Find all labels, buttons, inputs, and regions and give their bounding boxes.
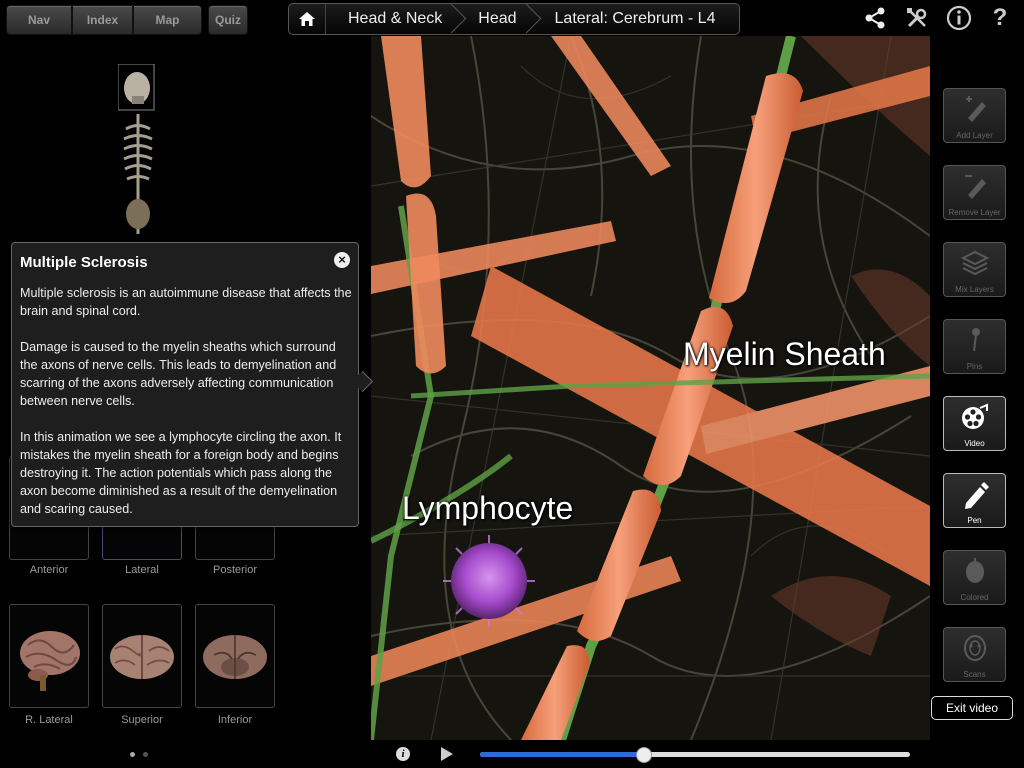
breadcrumb-item-head[interactable]: Head — [456, 4, 530, 34]
close-icon[interactable]: × — [334, 252, 350, 268]
add-layer-icon — [965, 96, 986, 122]
thumbnail-r-lateral[interactable] — [9, 604, 89, 708]
thumbnail-superior[interactable] — [102, 604, 182, 708]
breadcrumb-item-head-neck[interactable]: Head & Neck — [326, 4, 456, 34]
pen-icon — [964, 482, 989, 509]
exit-video-button[interactable]: Exit video — [931, 696, 1013, 720]
play-icon — [441, 747, 453, 761]
remove-layer-icon — [964, 175, 986, 199]
popup-paragraph: Damage is caused to the myelin sheaths w… — [20, 340, 337, 408]
thumbnail-label: Inferior — [217, 714, 253, 726]
lymphocyte-label: Lymphocyte — [402, 490, 574, 526]
nav-tab-group: Nav Index Map — [6, 5, 202, 35]
share-icon — [865, 7, 885, 29]
info-icon — [946, 5, 972, 31]
breadcrumb: Head & Neck Head Lateral: Cerebrum - L4 — [288, 3, 740, 35]
popup-body: Multiple sclerosis is an autoimmune dise… — [20, 284, 352, 536]
info-popup: Multiple Sclerosis × Multiple sclerosis … — [11, 242, 359, 527]
page-indicator[interactable] — [130, 752, 148, 757]
anatomy-viewport[interactable]: Myelin Sheath Lymphocyte — [371, 36, 930, 740]
colored-button[interactable]: Colored — [943, 550, 1006, 605]
tool-label: Pen — [967, 516, 982, 525]
thumbnail-label: Anterior — [29, 564, 69, 576]
tool-label: Scans — [963, 670, 986, 679]
video-info-icon[interactable]: i — [396, 747, 410, 761]
popup-title: Multiple Sclerosis — [20, 254, 148, 271]
popup-paragraph: In this animation we see a lymphocyte ci… — [20, 430, 342, 516]
home-icon — [299, 12, 315, 26]
video-reel-icon — [961, 403, 988, 429]
brain-lateral-image — [20, 631, 80, 691]
tools-button[interactable] — [904, 5, 930, 31]
quiz-button[interactable]: Quiz — [208, 5, 248, 35]
breadcrumb-item-current[interactable]: Lateral: Cerebrum - L4 — [531, 4, 730, 34]
thumbnail-label: Lateral — [125, 564, 159, 576]
add-layer-button[interactable]: Add Layer — [943, 88, 1006, 143]
thumbnail-label: Posterior — [212, 564, 258, 576]
lymphocyte-cell — [451, 543, 527, 619]
tab-index[interactable]: Index — [72, 5, 133, 35]
tool-label: Add Layer — [956, 131, 993, 140]
page-dot[interactable] — [143, 752, 148, 757]
video-button[interactable]: Video — [943, 396, 1006, 451]
brain-superior-image — [110, 635, 174, 679]
colored-icon — [965, 558, 984, 583]
help-icon[interactable]: ? — [987, 4, 1013, 31]
seek-progress — [480, 752, 644, 757]
tab-map[interactable]: Map — [133, 5, 202, 35]
pin-icon — [971, 328, 980, 352]
scans-button[interactable]: Scans — [943, 627, 1006, 682]
brain-inferior-image — [203, 635, 267, 679]
tool-label: Colored — [960, 593, 989, 602]
thumbnail-inferior[interactable] — [195, 604, 275, 708]
mix-layers-icon — [960, 250, 989, 276]
myelin-sheath-animation — [371, 36, 930, 740]
thumbnail-label: R. Lateral — [25, 714, 73, 726]
pen-button[interactable]: Pen — [943, 473, 1006, 528]
page-dot[interactable] — [130, 752, 135, 757]
tool-label: Pins — [966, 362, 983, 371]
pins-button[interactable]: Pins — [943, 319, 1006, 374]
popup-paragraph: Multiple sclerosis is an autoimmune dise… — [20, 286, 352, 318]
remove-layer-button[interactable]: Remove Layer — [943, 165, 1006, 220]
share-button[interactable] — [862, 5, 888, 31]
tab-nav[interactable]: Nav — [6, 5, 72, 35]
thumbnail-label: Superior — [121, 714, 163, 726]
scans-icon — [963, 635, 986, 661]
mix-layers-button[interactable]: Mix Layers — [943, 242, 1006, 297]
skeleton-navigator[interactable] — [117, 63, 156, 244]
info-button[interactable] — [946, 5, 972, 31]
myelin-sheath-label: Myelin Sheath — [683, 336, 886, 372]
play-button[interactable] — [439, 745, 455, 768]
home-button[interactable] — [289, 4, 326, 34]
tools-icon — [907, 8, 927, 28]
tool-label: Remove Layer — [948, 208, 1001, 217]
tool-label: Mix Layers — [955, 285, 994, 294]
tool-label: Video — [964, 439, 985, 448]
